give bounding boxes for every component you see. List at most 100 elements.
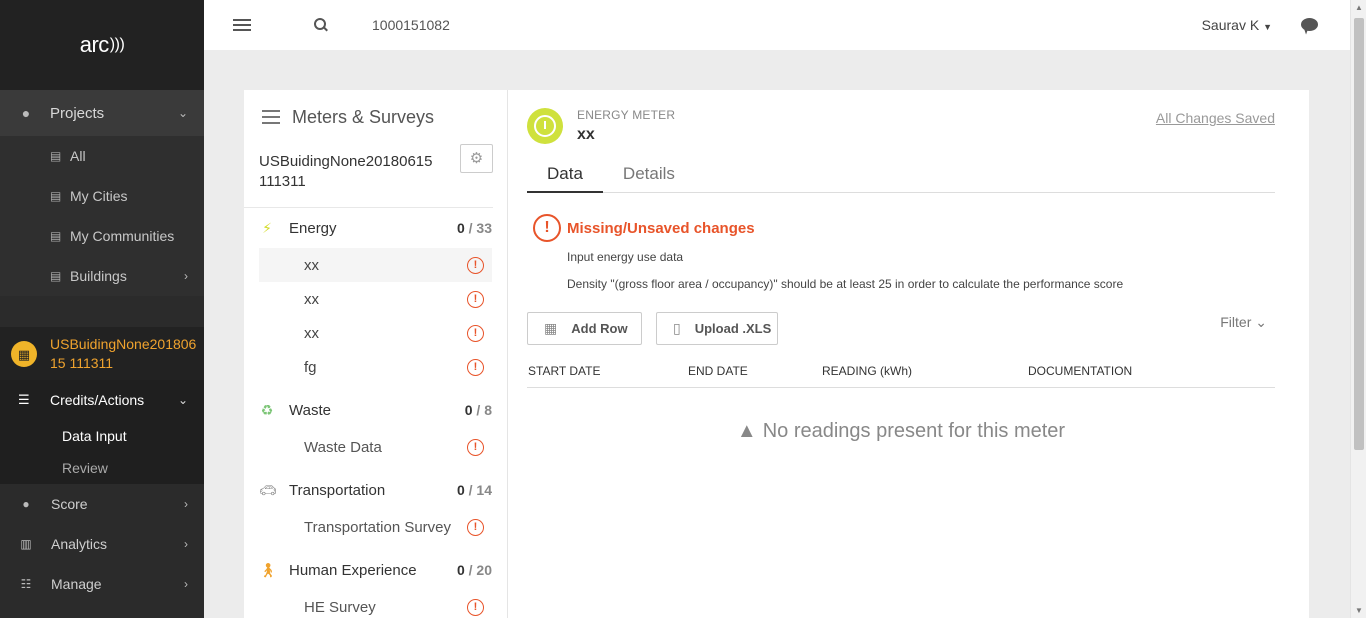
upload-xls-button[interactable]: ▯ Upload .XLS xyxy=(656,312,778,345)
nav-data-input[interactable]: Data Input xyxy=(0,420,204,452)
arc-logo[interactable]: arc))) xyxy=(0,0,204,90)
warning-icon: ! xyxy=(467,290,484,308)
meters-list-title: Meters & Surveys xyxy=(292,106,435,127)
file-icon: ▯ xyxy=(673,320,681,336)
chevron-right-icon: › xyxy=(184,497,188,511)
sidebar: arc))) ● Projects ⌄ ▤ All ▤ My Cities ▤ … xyxy=(0,0,204,618)
sidebar-divider xyxy=(0,296,204,328)
column-end-date[interactable]: END DATE xyxy=(688,364,748,378)
add-row-button[interactable]: ▦ Add Row xyxy=(527,312,642,345)
building-icon: ▤ xyxy=(50,269,62,283)
search-icon[interactable] xyxy=(313,17,329,33)
category-count: 0 / 20 xyxy=(456,562,492,578)
category-waste[interactable]: ♻ Waste 0 / 8 xyxy=(244,390,492,430)
tab-data[interactable]: Data xyxy=(527,160,603,193)
chevron-down-icon: ⌄ xyxy=(1255,314,1267,330)
nav-review[interactable]: Review xyxy=(0,452,204,484)
category-count: 0 / 8 xyxy=(464,402,492,418)
meters-card: Meters & Surveys USBuidingNone20180615 1… xyxy=(244,90,1309,618)
energy-meter-icon xyxy=(527,108,563,144)
meter-item[interactable]: xx ! xyxy=(259,282,492,316)
lightning-icon: ⚡ xyxy=(262,219,272,236)
grid-icon: ▦ xyxy=(544,320,558,336)
category-energy[interactable]: ⚡ Energy 0 / 33 xyxy=(244,208,492,248)
meters-list-panel: Meters & Surveys USBuidingNone20180615 1… xyxy=(244,90,508,618)
save-status-link[interactable]: All Changes Saved xyxy=(1156,110,1275,126)
chevron-down-icon: ⌄ xyxy=(177,393,188,407)
scrollbar-thumb[interactable] xyxy=(1354,18,1364,450)
warning-icon: ! xyxy=(467,324,484,342)
warning-icon: ! xyxy=(467,598,484,616)
alert-message: Input energy use data xyxy=(567,250,684,264)
nav-projects-buildings[interactable]: ▤ Buildings › xyxy=(0,256,204,296)
column-documentation[interactable]: DOCUMENTATION xyxy=(1028,364,1132,378)
caret-down-icon: ▼ xyxy=(1263,22,1272,32)
scroll-up-icon[interactable]: ▲ xyxy=(1355,3,1363,12)
nav-analytics[interactable]: ▥ Analytics › xyxy=(0,524,204,564)
warning-icon: ! xyxy=(467,438,484,456)
nav-projects-my-communities[interactable]: ▤ My Communities xyxy=(0,216,204,256)
meter-header: ENERGY METER xx xyxy=(527,108,675,144)
chevron-right-icon: › xyxy=(184,577,188,591)
missing-changes-alert: ! Missing/Unsaved changes xyxy=(533,214,755,242)
building-icon: ▤ xyxy=(50,229,62,243)
meters-list-header: Meters & Surveys xyxy=(244,90,507,144)
nav-credits-actions[interactable]: ☰ Credits/Actions ⌄ xyxy=(0,380,204,420)
list-icon: ☰ xyxy=(18,392,30,407)
survey-item[interactable]: Transportation Survey ! xyxy=(259,510,492,544)
category-count: 0 / 33 xyxy=(456,220,492,236)
recycle-icon: ♻ xyxy=(260,401,274,418)
meter-item[interactable]: fg ! xyxy=(259,350,492,384)
tab-details[interactable]: Details xyxy=(603,160,695,193)
chat-icon[interactable] xyxy=(1301,18,1318,31)
warning-icon: ! xyxy=(467,256,484,274)
warning-triangle-icon: ▲ xyxy=(736,420,757,442)
sliders-icon: ☷ xyxy=(20,577,32,591)
alert-icon: ! xyxy=(533,214,561,242)
building-icon: ▤ xyxy=(50,189,62,203)
chevron-right-icon: › xyxy=(184,537,188,551)
warning-icon: ! xyxy=(467,518,484,536)
current-project[interactable]: ▦ USBuidingNone20180615 111311 xyxy=(0,328,204,380)
building-badge-icon: ▦ xyxy=(11,341,37,367)
arc-rings-icon: ))) xyxy=(109,36,125,53)
chevron-down-icon: ⌄ xyxy=(177,106,188,120)
gear-icon[interactable]: ⚙ xyxy=(460,144,493,173)
building-icon: ▤ xyxy=(50,149,62,163)
survey-item[interactable]: HE Survey ! xyxy=(259,590,492,618)
category-count: 0 / 14 xyxy=(456,482,492,498)
readings-table-header: START DATE END DATE READING (kWh) DOCUME… xyxy=(527,360,1275,388)
building-name: USBuidingNone20180615 111311 ⚙ xyxy=(244,144,493,208)
nav-projects-all[interactable]: ▤ All xyxy=(0,136,204,176)
meter-detail-panel: ENERGY METER xx All Changes Saved Data D… xyxy=(527,90,1275,618)
category-transportation[interactable]: 🚗︎ Transportation 0 / 14 xyxy=(244,470,492,510)
warning-icon: ! xyxy=(467,358,484,376)
chevron-right-icon: › xyxy=(184,269,188,283)
page-scrollbar[interactable]: ▲ ▼ xyxy=(1350,0,1366,618)
survey-item[interactable]: Waste Data ! xyxy=(259,430,492,464)
meter-item[interactable]: xx ! xyxy=(259,248,492,282)
user-menu[interactable]: Saurav K ▼ xyxy=(1202,17,1272,33)
globe-icon: ● xyxy=(21,105,31,121)
alert-message: Density "(gross floor area / occupancy)"… xyxy=(567,277,1124,291)
empty-readings-message: ▲ No readings present for this meter xyxy=(736,420,1066,442)
menu-toggle-icon[interactable] xyxy=(233,19,251,31)
meter-item[interactable]: xx ! xyxy=(259,316,492,350)
nav-score[interactable]: ● Score › xyxy=(0,484,204,524)
meter-name: xx xyxy=(577,126,595,143)
search-value[interactable]: 1000151082 xyxy=(372,17,450,33)
scroll-down-icon[interactable]: ▼ xyxy=(1355,606,1363,615)
circle-icon: ● xyxy=(22,497,30,511)
column-reading[interactable]: READING (kWh) xyxy=(822,364,912,378)
list-menu-icon[interactable] xyxy=(262,110,280,124)
column-start-date[interactable]: START DATE xyxy=(528,364,600,378)
nav-projects-my-cities[interactable]: ▤ My Cities xyxy=(0,176,204,216)
nav-projects[interactable]: ● Projects ⌄ xyxy=(0,90,204,136)
top-bar: 1000151082 Saurav K ▼ xyxy=(204,0,1350,50)
car-icon: 🚗︎ xyxy=(259,481,277,498)
filter-dropdown[interactable]: Filter ⌄ xyxy=(1220,314,1267,331)
bar-chart-icon: ▥ xyxy=(20,537,32,551)
category-human-experience[interactable]: 🚶︎ Human Experience 0 / 20 xyxy=(244,550,492,590)
nav-manage[interactable]: ☷ Manage › xyxy=(0,564,204,604)
meter-tabs: Data Details xyxy=(527,160,1275,193)
